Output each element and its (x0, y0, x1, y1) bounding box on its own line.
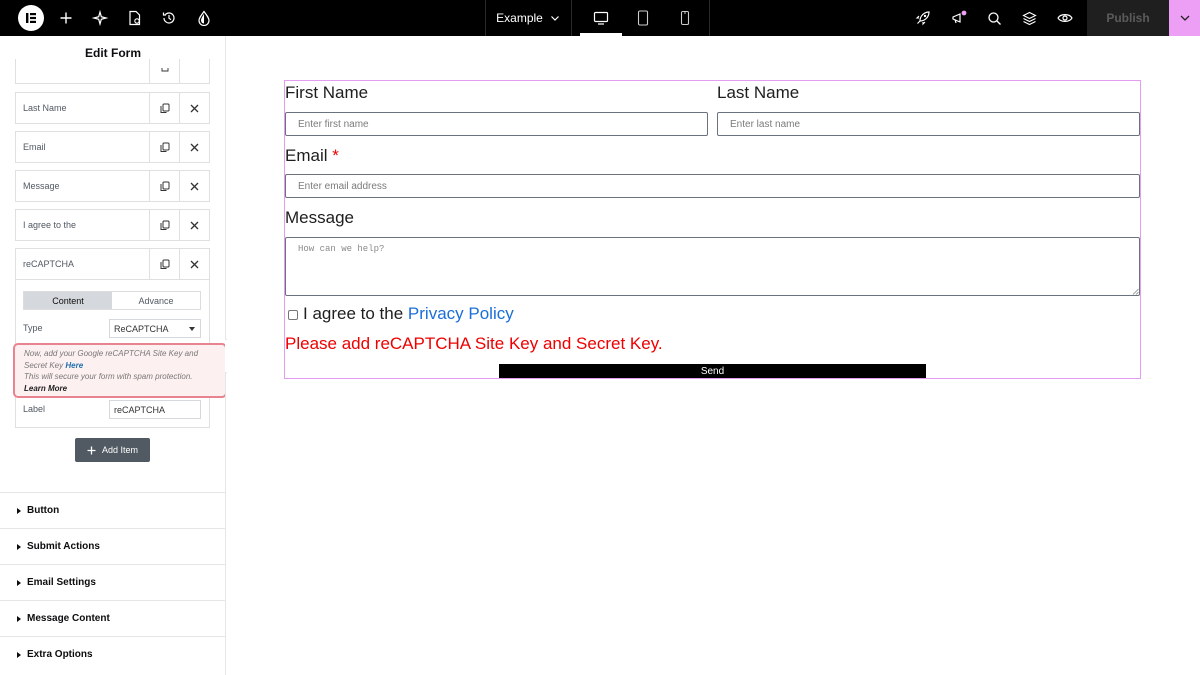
notice-text-2: This will secure your form with spam pro… (24, 372, 193, 381)
separator (709, 0, 710, 36)
tab-advance[interactable]: Advance (112, 292, 200, 309)
label-input[interactable]: reCAPTCHA (109, 400, 201, 419)
remove-icon[interactable] (179, 171, 209, 201)
editor-topbar: Example Publish (0, 0, 1200, 36)
section-label: Extra Options (27, 649, 93, 660)
last-name-label: Last Name (717, 83, 800, 102)
publish-options-button[interactable] (1169, 0, 1200, 36)
remove-icon[interactable] (179, 210, 209, 240)
site-name: Example (496, 11, 543, 25)
section-label: Message Content (27, 613, 110, 624)
recaptcha-error-message: Please add reCAPTCHA Site Key and Secret… (285, 334, 663, 353)
content-advance-tabs: Content Advance (23, 291, 201, 310)
message-textarea[interactable]: How can we help? (285, 237, 1140, 296)
search-icon[interactable] (984, 0, 1004, 36)
history-icon[interactable] (160, 0, 178, 36)
remove-icon[interactable] (179, 132, 209, 162)
chevron-down-icon (1180, 15, 1189, 21)
message-label: Message (285, 208, 354, 227)
first-name-label: First Name (285, 83, 369, 102)
site-selector[interactable]: Example (486, 0, 570, 36)
duplicate-icon[interactable] (149, 249, 179, 279)
repeater-item-email[interactable]: Email (15, 131, 210, 163)
repeater-item-label: reCAPTCHA (23, 259, 75, 269)
rocket-icon[interactable] (913, 0, 933, 36)
remove-icon[interactable] (179, 93, 209, 123)
edit-panel: Edit Form Last Name Email Message I agre… (0, 36, 226, 675)
megaphone-icon[interactable] (949, 0, 969, 36)
add-item-label: Add Item (101, 445, 139, 455)
section-label: Button (27, 505, 60, 516)
section-label: Email Settings (27, 577, 96, 588)
section-message-content[interactable]: Message Content (0, 600, 225, 636)
agree-label: I agree to the Privacy Policy (303, 304, 514, 324)
tab-content[interactable]: Content (24, 292, 112, 309)
repeater-item-label: Email (23, 142, 46, 152)
repeater-item-label: Message (23, 181, 60, 191)
section-label: Submit Actions (27, 541, 100, 552)
caret-right-icon (17, 507, 21, 514)
email-label: Email * (285, 146, 339, 166)
last-name-input[interactable]: Enter last name (717, 112, 1140, 136)
section-button[interactable]: Button (0, 492, 225, 528)
sparkle-icon[interactable] (91, 0, 109, 36)
repeater-item-label: I agree to the (23, 220, 77, 230)
repeater-item-label: Last Name (23, 103, 67, 113)
caret-right-icon (17, 579, 21, 586)
duplicate-icon[interactable] (149, 171, 179, 201)
email-label-text: Email (285, 146, 328, 165)
notice-text: Now, add your Google reCAPTCHA Site Key … (24, 349, 199, 370)
publish-button[interactable]: Publish (1087, 0, 1169, 36)
caret-right-icon (17, 543, 21, 550)
repeater-item-recaptcha[interactable]: reCAPTCHA (15, 248, 210, 280)
plus-icon[interactable] (57, 0, 75, 36)
caret-right-icon (17, 651, 21, 658)
recaptcha-notice: Now, add your Google reCAPTCHA Site Key … (13, 343, 225, 398)
resize-handle-icon[interactable] (1132, 288, 1139, 295)
send-button[interactable]: Send (499, 364, 926, 378)
repeater-item-last-name[interactable]: Last Name (15, 92, 210, 124)
duplicate-icon[interactable] (149, 210, 179, 240)
separator (571, 0, 572, 36)
repeater-item-hidden[interactable] (15, 59, 210, 84)
plus-icon (87, 446, 96, 454)
add-item-button[interactable]: Add Item (75, 438, 150, 462)
type-label: Type (23, 323, 43, 333)
caret-right-icon (17, 615, 21, 622)
label-label: Label (23, 404, 46, 414)
privacy-policy-link[interactable]: Privacy Policy (408, 304, 514, 323)
privacy-checkbox[interactable] (288, 310, 298, 320)
elementor-logo-icon[interactable] (18, 5, 44, 31)
layers-icon[interactable] (1019, 0, 1039, 36)
learn-more-link[interactable]: Learn More (24, 384, 67, 393)
duplicate-icon[interactable] (149, 93, 179, 123)
tablet-icon[interactable] (632, 0, 654, 36)
type-select[interactable]: ReCAPTCHA (109, 319, 201, 338)
page-settings-icon[interactable] (126, 0, 144, 36)
eye-icon[interactable] (1055, 0, 1075, 36)
required-asterisk: * (332, 146, 339, 165)
section-submit-actions[interactable]: Submit Actions (0, 528, 225, 564)
remove-icon[interactable] (179, 249, 209, 279)
repeater-item-agree[interactable]: I agree to the (15, 209, 210, 241)
notice-here-link[interactable]: Here (65, 361, 83, 370)
desktop-icon[interactable] (590, 0, 612, 36)
remove-icon[interactable] (179, 59, 209, 83)
theme-drop-icon[interactable] (195, 0, 213, 36)
agree-text: I agree to the (303, 304, 404, 323)
section-extra-options[interactable]: Extra Options (0, 636, 225, 672)
repeater-item-message[interactable]: Message (15, 170, 210, 202)
chevron-down-icon (550, 16, 559, 21)
email-input[interactable]: Enter email address (285, 174, 1140, 198)
mobile-icon[interactable] (674, 0, 696, 36)
duplicate-icon[interactable] (149, 132, 179, 162)
type-select-value: ReCAPTCHA (114, 323, 169, 334)
first-name-input[interactable]: Enter first name (285, 112, 708, 136)
caret-down-icon (189, 327, 195, 331)
duplicate-icon[interactable] (149, 59, 179, 83)
section-email-settings[interactable]: Email Settings (0, 564, 225, 600)
